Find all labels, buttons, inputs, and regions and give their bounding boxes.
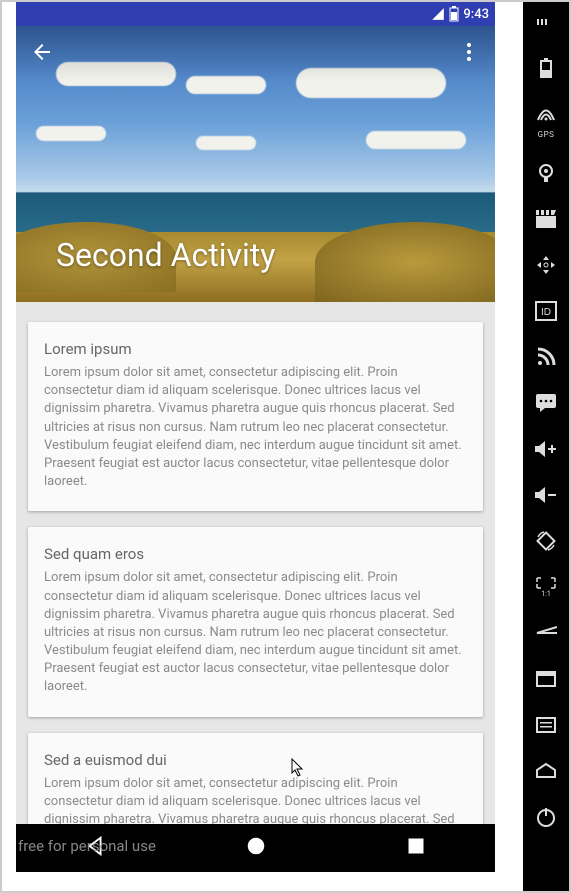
- battery-icon[interactable]: [534, 56, 558, 80]
- android-navbar: [16, 824, 495, 872]
- page-title: Second Activity: [56, 236, 275, 274]
- overflow-menu-button[interactable]: [457, 40, 481, 68]
- card-body: Lorem ipsum dolor sit amet, consectetur …: [44, 364, 467, 491]
- svg-text:ID: ID: [541, 307, 551, 318]
- back-button[interactable]: [30, 40, 54, 68]
- gps-label: GPS: [538, 130, 555, 139]
- card-body: Lorem ipsum dolor sit amet, consectetur …: [44, 775, 467, 824]
- rotate-icon[interactable]: [534, 529, 558, 553]
- volume-down-icon[interactable]: [534, 483, 558, 507]
- aspect-ratio-icon[interactable]: 1:1: [534, 575, 558, 599]
- window-icon[interactable]: [534, 667, 558, 691]
- card: Sed a euismod dui Lorem ipsum dolor sit …: [28, 733, 483, 824]
- nav-home-button[interactable]: [245, 835, 267, 861]
- clapperboard-icon[interactable]: [534, 207, 558, 231]
- dpad-icon[interactable]: [534, 253, 558, 277]
- card: Lorem ipsum Lorem ipsum dolor sit amet, …: [28, 322, 483, 511]
- status-bar: 9:43: [16, 2, 495, 26]
- menu-icon[interactable]: [534, 713, 558, 737]
- battery-icon: [449, 6, 459, 22]
- card-title: Lorem ipsum: [44, 340, 467, 358]
- emu-back-icon[interactable]: [534, 621, 558, 645]
- emulator-sidebar: GPS ID 1:1: [523, 2, 569, 891]
- header-image: Second Activity: [16, 26, 495, 302]
- card-title: Sed a euismod dui: [44, 751, 467, 769]
- rss-icon[interactable]: [534, 345, 558, 369]
- power-icon[interactable]: [534, 805, 558, 829]
- volume-up-icon[interactable]: [534, 437, 558, 461]
- more-icon[interactable]: [534, 10, 558, 34]
- content-scroll[interactable]: Lorem ipsum Lorem ipsum dolor sit amet, …: [16, 302, 495, 824]
- camera-icon[interactable]: [534, 161, 558, 185]
- signal-icon: [431, 7, 445, 21]
- status-time: 9:43: [463, 7, 489, 22]
- home-outline-icon[interactable]: [534, 759, 558, 783]
- card-title: Sed quam eros: [44, 545, 467, 563]
- card: Sed quam eros Lorem ipsum dolor sit amet…: [28, 527, 483, 716]
- nav-recent-button[interactable]: [406, 836, 426, 860]
- nav-back-button[interactable]: [85, 835, 107, 861]
- card-body: Lorem ipsum dolor sit amet, consectetur …: [44, 569, 467, 696]
- gps-icon[interactable]: [534, 102, 558, 126]
- sms-icon[interactable]: [534, 391, 558, 415]
- id-icon[interactable]: ID: [534, 299, 558, 323]
